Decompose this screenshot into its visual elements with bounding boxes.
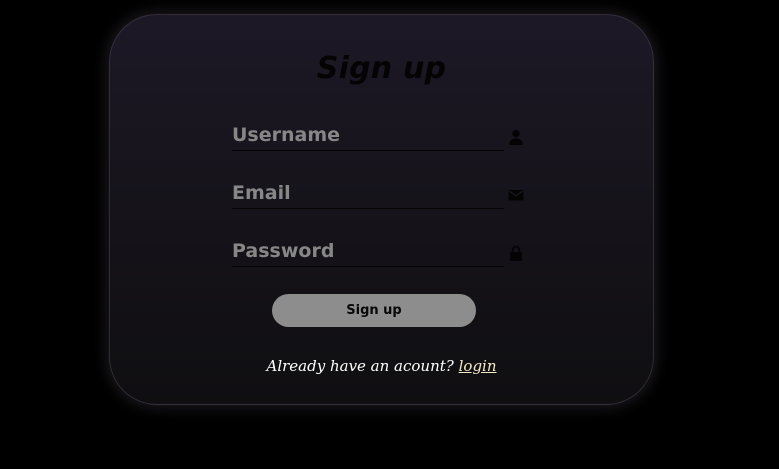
form-title: Sign up [316, 51, 447, 86]
email-input[interactable] [232, 179, 504, 209]
signup-card: Sign up Sign up Already have an acount? … [109, 14, 654, 405]
login-link[interactable]: login [459, 357, 497, 375]
login-prompt: Already have an acount? login [110, 357, 653, 375]
username-input[interactable] [232, 121, 504, 151]
login-prompt-text: Already have an acount? [266, 357, 454, 375]
signup-button[interactable]: Sign up [272, 294, 476, 327]
password-input[interactable] [232, 237, 504, 267]
lock-icon [510, 245, 522, 261]
email-field-group [232, 179, 524, 211]
envelope-icon [508, 190, 524, 201]
user-icon [509, 129, 523, 145]
password-field-group [232, 237, 522, 269]
username-field-group [232, 121, 523, 153]
